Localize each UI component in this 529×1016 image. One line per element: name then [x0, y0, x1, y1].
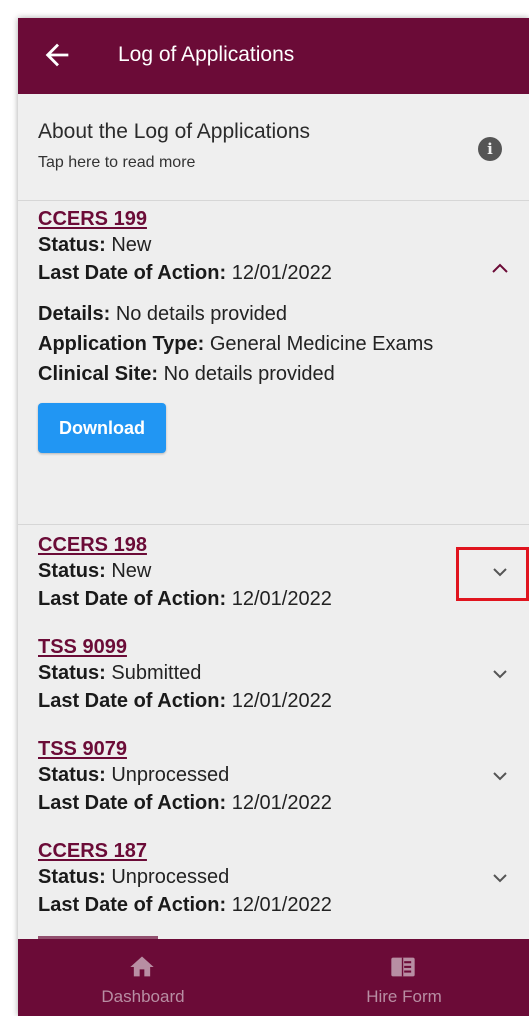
status-row: Status: Unprocessed: [38, 863, 529, 891]
chevron-down-icon[interactable]: [489, 667, 511, 681]
nav-item-hire-form[interactable]: Hire Form: [279, 939, 529, 1016]
status-value: Submitted: [111, 662, 202, 684]
info-icon[interactable]: i: [478, 137, 502, 161]
application-code-link[interactable]: TSS 9079: [38, 737, 127, 761]
nav-label-hire-form: Hire Form: [366, 987, 442, 1006]
details-row: Details: No details provided: [38, 299, 489, 329]
list-item[interactable]: TSS 9099 Status: Submitted Last Date of …: [18, 627, 529, 729]
highlight-box: [456, 547, 529, 601]
last-action-value: 12/01/2022: [231, 262, 332, 284]
last-action-label: Last Date of Action:: [38, 690, 227, 712]
phone-screen: Log of Applications About the Log of App…: [18, 18, 529, 1016]
status-value: New: [111, 234, 152, 256]
nav-item-dashboard[interactable]: Dashboard: [18, 939, 268, 1016]
list-item[interactable]: CCERS 199 Status: New Last Date of Actio…: [18, 201, 529, 525]
about-heading: About the Log of Applications: [38, 120, 311, 143]
status-value: Unprocessed: [111, 764, 230, 786]
status-row: Status: New: [38, 231, 529, 259]
status-label: Status:: [38, 662, 106, 684]
clinical-site-value: No details provided: [163, 363, 335, 385]
arrow-left-icon[interactable]: [40, 38, 74, 72]
status-label: Status:: [38, 764, 106, 786]
last-action-value: 12/01/2022: [231, 588, 332, 610]
chevron-up-icon[interactable]: [489, 261, 511, 275]
applications-list: CCERS 199 Status: New Last Date of Actio…: [18, 201, 529, 933]
application-type-label: Application Type:: [38, 333, 205, 355]
status-row: Status: Unprocessed: [38, 761, 529, 789]
last-action-label: Last Date of Action:: [38, 262, 227, 284]
status-label: Status:: [38, 234, 106, 256]
last-action-value: 12/01/2022: [231, 792, 332, 814]
list-item[interactable]: CCERS 198 Status: New Last Date of Actio…: [18, 525, 529, 627]
chevron-down-icon[interactable]: [489, 769, 511, 783]
app-bar: Log of Applications: [18, 18, 529, 94]
list-item[interactable]: CCERS 187 Status: Unprocessed Last Date …: [18, 831, 529, 933]
last-action-value: 12/01/2022: [231, 894, 332, 916]
last-action-row: Last Date of Action: 12/01/2022: [38, 789, 529, 817]
status-row: Status: Submitted: [38, 659, 529, 687]
status-value: Unprocessed: [111, 866, 230, 888]
last-action-row: Last Date of Action: 12/01/2022: [38, 259, 529, 287]
application-type-row: Application Type: General Medicine Exams: [38, 329, 489, 359]
chevron-down-icon[interactable]: [489, 871, 511, 885]
form-icon: [391, 957, 415, 977]
last-action-label: Last Date of Action:: [38, 792, 227, 814]
last-action-value: 12/01/2022: [231, 690, 332, 712]
download-button[interactable]: Download: [38, 403, 166, 453]
home-icon: [130, 956, 154, 977]
status-label: Status:: [38, 866, 106, 888]
bottom-nav: Dashboard Hire Form: [18, 939, 529, 1016]
clinical-site-row: Clinical Site: No details provided: [38, 359, 489, 389]
application-code-link[interactable]: CCERS 199: [38, 207, 147, 231]
list-item[interactable]: TSS 9079 Status: Unprocessed Last Date o…: [18, 729, 529, 831]
application-code-link[interactable]: TSS 9099: [38, 635, 127, 659]
last-action-row: Last Date of Action: 12/01/2022: [38, 891, 529, 919]
last-action-row: Last Date of Action: 12/01/2022: [38, 687, 529, 715]
application-code-link[interactable]: CCERS 187: [38, 839, 147, 863]
details-value: No details provided: [115, 303, 288, 325]
application-code-link[interactable]: CCERS 198: [38, 533, 147, 557]
about-panel[interactable]: About the Log of Applications Tap here t…: [18, 94, 529, 201]
nav-label-dashboard: Dashboard: [101, 987, 185, 1006]
status-value: New: [111, 560, 152, 582]
last-action-label: Last Date of Action:: [38, 588, 227, 610]
last-action-label: Last Date of Action:: [38, 894, 227, 916]
about-subtext: Tap here to read more: [38, 154, 196, 171]
page-title: Log of Applications: [118, 43, 295, 66]
application-type-value: General Medicine Exams: [209, 333, 434, 355]
details-section: Details: No details provided Application…: [38, 299, 529, 389]
clinical-site-label: Clinical Site:: [38, 363, 159, 385]
status-label: Status:: [38, 560, 106, 582]
details-label: Details:: [38, 303, 111, 325]
